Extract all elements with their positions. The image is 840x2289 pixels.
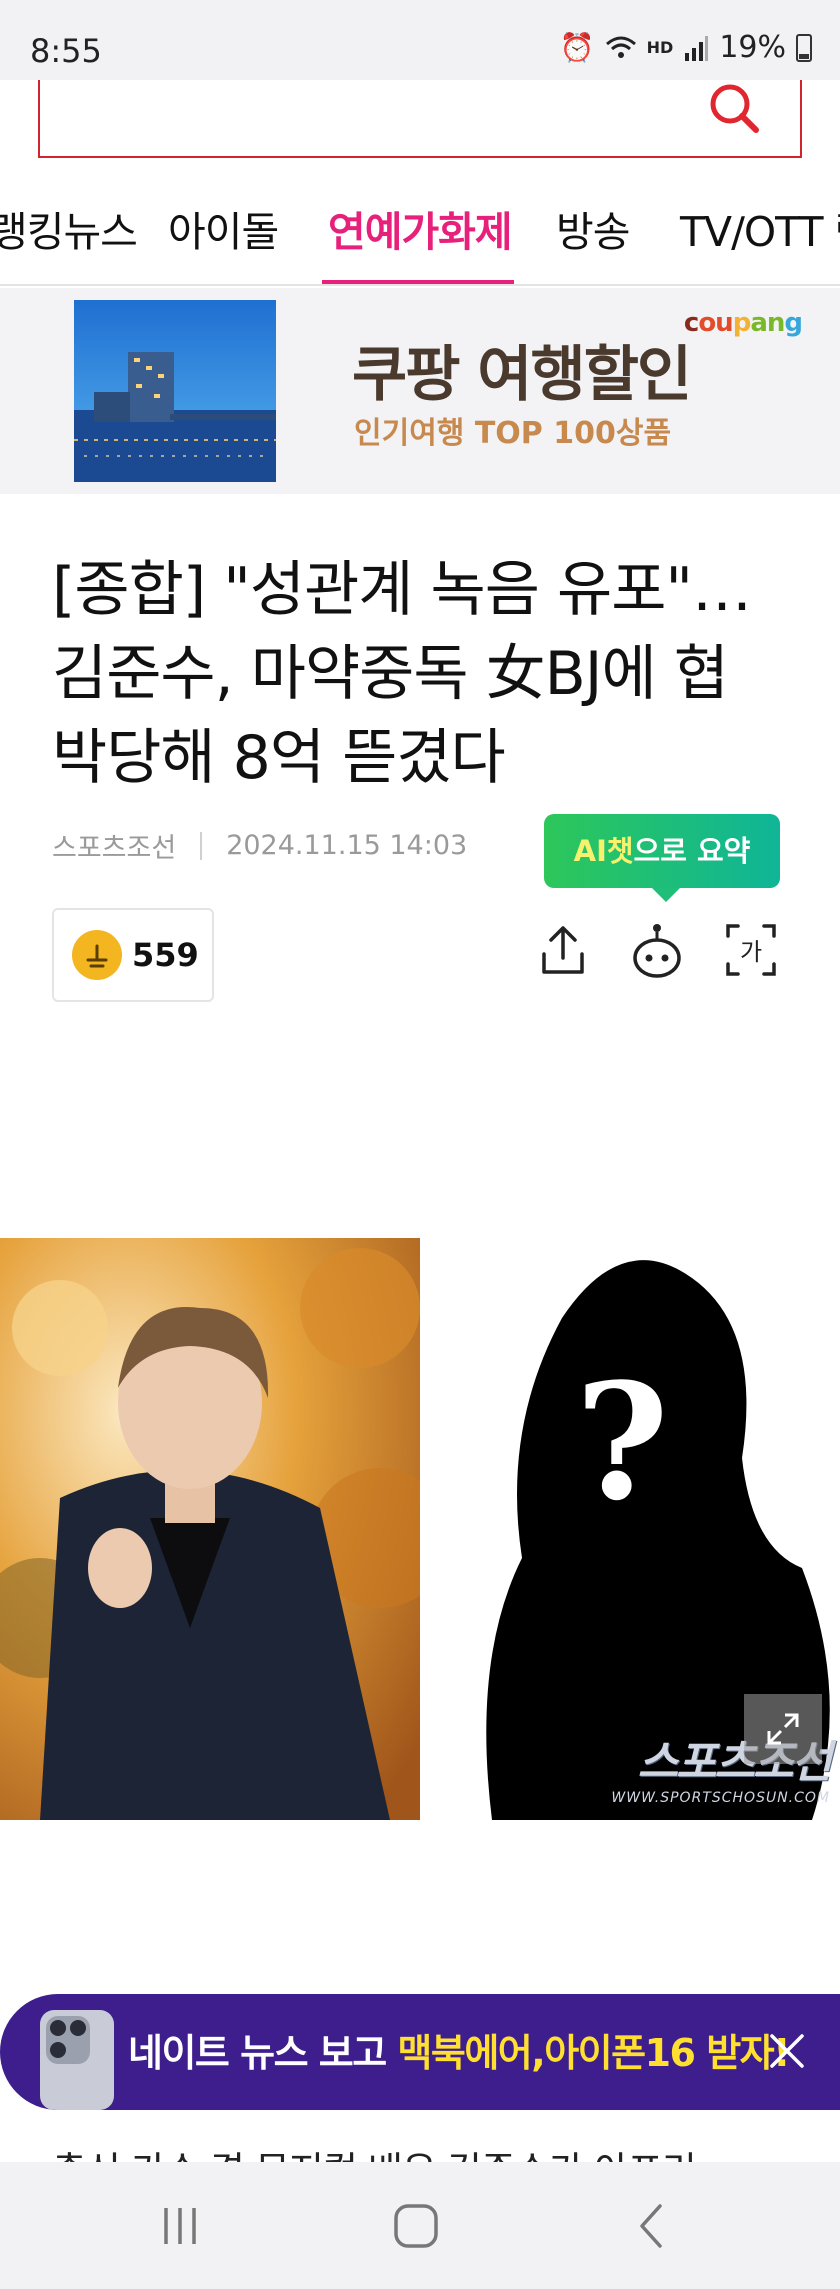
battery-icon (796, 33, 812, 62)
ai-chat-summary-button[interactable]: AI챗으로 요약 (544, 814, 780, 902)
ad-hotel-image (74, 300, 276, 482)
home-icon[interactable] (386, 2198, 446, 2254)
close-icon[interactable] (764, 2028, 810, 2074)
system-nav-bar (0, 2162, 840, 2289)
article-photo[interactable]: ? 스포츠조선 WWW.SPORTSCHOSUN.COM (0, 1238, 840, 1820)
search-icon[interactable] (704, 80, 764, 140)
active-tab-indicator (322, 280, 514, 284)
ai-chat-label-rest: 으로 요약 (633, 834, 751, 868)
ai-chat-icon[interactable] (630, 920, 684, 980)
article-meta: 스포츠조선 2024.11.15 14:03 (52, 826, 467, 865)
article-source[interactable]: 스포츠조선 (52, 826, 176, 865)
question-mark: ? (575, 1348, 669, 1536)
tab-idol[interactable]: 아이돌 (168, 198, 279, 258)
headline-line: 김준수, 마약중독 女BJ에 협 (52, 639, 729, 709)
wifi-icon (605, 36, 636, 58)
reaction-button[interactable]: 559 (52, 908, 214, 1002)
headline-line: 박당해 8억 뜯겼다 (52, 723, 506, 793)
status-time: 8:55 (30, 32, 102, 70)
like-face-icon (72, 930, 122, 980)
battery-percent: 19% (719, 30, 786, 65)
ad-subtitle: 인기여행 TOP 100상품 (354, 416, 672, 451)
tab-ranking-news[interactable]: 랭킹뉴스 (0, 198, 138, 258)
expand-icon (767, 1713, 799, 1745)
meta-divider (200, 831, 203, 860)
signal-icon (685, 35, 709, 61)
category-nav: 랭킹뉴스 아이돌 연예가화제 방송 TV/OTT 랑 (0, 178, 840, 286)
search-input[interactable] (38, 80, 802, 158)
tab-entertainment-topics[interactable]: 연예가화제 (328, 198, 513, 258)
status-icons: ⏰ HD 19% (560, 30, 812, 65)
reaction-count: 559 (132, 936, 199, 974)
ad-title: 쿠팡 여행할인 (352, 340, 692, 410)
font-size-icon-label: 가 (740, 938, 762, 966)
font-size-icon[interactable]: 가 (724, 920, 778, 980)
article-datetime: 2024.11.15 14:03 (226, 830, 468, 861)
expand-photo-button[interactable] (744, 1694, 822, 1764)
article-headline: [종합] "성관계 녹음 유포"… 김준수, 마약중독 女BJ에 협 박당해 8… (52, 548, 802, 800)
tab-broadcast[interactable]: 방송 (556, 198, 630, 258)
coupang-logo: coupang (683, 308, 803, 338)
tab-tv-ott[interactable]: TV/OTT 랑 (680, 198, 840, 258)
ai-chat-label: AI챗 (573, 834, 634, 868)
promo-banner[interactable]: 네이트 뉴스 보고 맥북에어,아이폰16 받자! (0, 1994, 840, 2110)
status-bar: 8:55 ⏰ HD 19% (0, 0, 840, 80)
ad-banner[interactable]: 쿠팡 여행할인 인기여행 TOP 100상품 coupang (0, 288, 840, 494)
alarm-icon: ⏰ (559, 31, 595, 64)
promo-text: 네이트 뉴스 보고 맥북에어,아이폰16 받자! (128, 2031, 790, 2075)
back-icon[interactable] (622, 2198, 682, 2254)
hd-voice-icon: HD (646, 37, 674, 57)
iphone-image (40, 2010, 114, 2110)
recent-apps-icon[interactable] (150, 2198, 210, 2254)
headline-line: [종합] "성관계 녹음 유포"… (52, 555, 752, 625)
share-icon[interactable] (536, 920, 590, 980)
person-photo (0, 1238, 420, 1820)
